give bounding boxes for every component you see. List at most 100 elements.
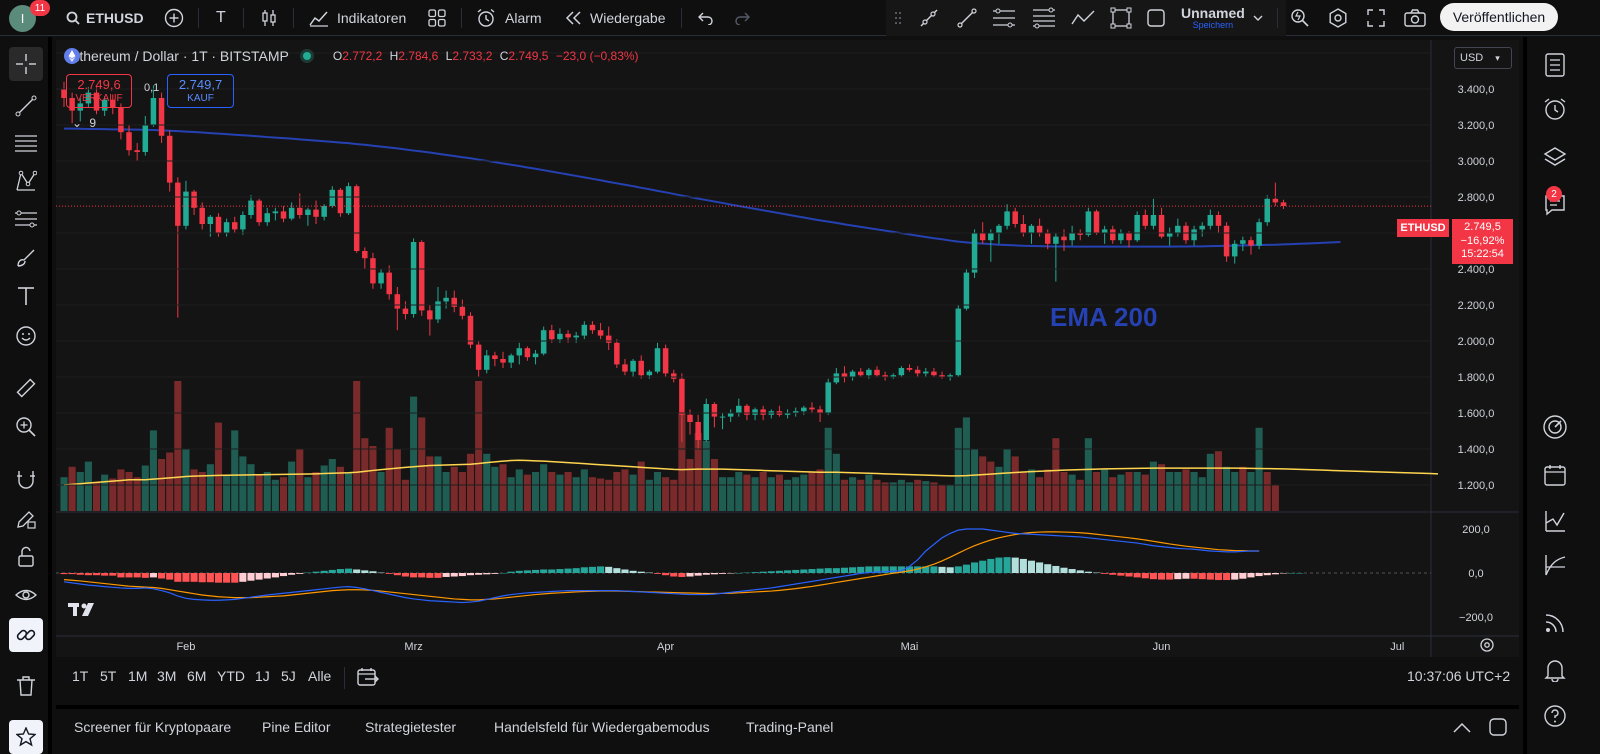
range-6m[interactable]: 6M xyxy=(187,668,206,684)
star-icon xyxy=(16,727,36,747)
ideas-button[interactable] xyxy=(1537,503,1573,539)
object-tree-button[interactable] xyxy=(1537,139,1573,175)
redo-button[interactable] xyxy=(734,0,752,36)
time-axis-label: Apr xyxy=(657,641,674,653)
ema-annotation[interactable]: EMA 200 xyxy=(1050,302,1157,333)
tab-replay-trading[interactable]: Handelsfeld für Wiedergabemodus xyxy=(494,719,710,735)
sell-button[interactable]: 2.749,6 VERKAUF xyxy=(66,74,132,108)
pattern-tool[interactable] xyxy=(9,164,43,198)
fullscreen-button[interactable] xyxy=(1367,0,1385,36)
magnet-tool[interactable] xyxy=(9,463,43,497)
snapshot-button[interactable] xyxy=(1404,0,1426,36)
zoom-tool[interactable] xyxy=(9,410,43,444)
layout-templates-button[interactable] xyxy=(428,0,446,36)
layout-name-button[interactable]: Unnamed Speichern xyxy=(1181,0,1245,36)
maximize-panel-button[interactable] xyxy=(1489,718,1507,741)
emoji-tool[interactable] xyxy=(9,319,43,353)
chart-pane[interactable]: 3.600,03.400,03.200,03.000,02.800,02.600… xyxy=(56,40,1519,657)
macd-histogram-bar xyxy=(84,573,92,576)
sync-drawings-tool[interactable] xyxy=(9,618,43,652)
quick-search-button[interactable] xyxy=(1290,0,1310,36)
undo-button[interactable] xyxy=(696,0,714,36)
range-5y[interactable]: 5J xyxy=(281,668,296,684)
expand-panel-button[interactable] xyxy=(1453,721,1471,739)
volume-bar xyxy=(873,479,881,511)
volume-bar xyxy=(897,479,905,511)
fib-retracement-tool-icon[interactable] xyxy=(1032,0,1056,36)
interval-button[interactable]: T xyxy=(216,0,226,36)
candle xyxy=(996,225,1002,233)
currency-select[interactable]: USD ▾ xyxy=(1454,47,1512,69)
crosshair-tool[interactable] xyxy=(9,47,43,81)
volume-bar xyxy=(1182,469,1190,511)
volume-bar xyxy=(580,469,588,511)
clock[interactable]: 10:37:06 UTC+2 xyxy=(1407,668,1510,684)
stay-in-drawing-mode-tool[interactable] xyxy=(9,502,43,536)
ray-tool-icon[interactable] xyxy=(918,0,940,36)
layout-menu-chevron[interactable] xyxy=(1253,0,1263,36)
macd-histogram-bar xyxy=(475,573,483,575)
chart-canvas[interactable]: 3.600,03.400,03.200,03.000,02.800,02.600… xyxy=(56,40,1519,657)
notifications-button[interactable] xyxy=(1537,652,1573,688)
replay-button[interactable]: Wiedergabe xyxy=(565,0,666,36)
trend-line-tool-icon[interactable] xyxy=(956,0,978,36)
rectangle-tool-icon[interactable] xyxy=(1110,0,1132,36)
range-3m[interactable]: 3M xyxy=(157,668,176,684)
alert-button[interactable]: Alarm xyxy=(476,0,542,36)
lock-drawings-tool[interactable] xyxy=(9,540,43,574)
macd-histogram-bar xyxy=(1263,573,1271,576)
volume-bar xyxy=(1076,479,1084,511)
symbol-title: Ethereum / Dollar · 1T · BITSTAMP xyxy=(70,48,289,64)
tab-strategy-tester[interactable]: Strategietester xyxy=(365,719,456,735)
tab-pine-editor[interactable]: Pine Editor xyxy=(262,719,330,735)
candle xyxy=(175,182,181,226)
buy-price: 2.749,7 xyxy=(178,76,223,92)
settings-button[interactable] xyxy=(1328,0,1348,36)
remove-drawings-tool[interactable] xyxy=(9,669,43,703)
macd-histogram-bar xyxy=(938,566,946,573)
text-tool[interactable] xyxy=(9,279,43,313)
forecast-tool[interactable] xyxy=(9,202,43,236)
buy-button[interactable]: 2.749,7 KAUF xyxy=(167,74,234,108)
symbol-search-button[interactable]: ETHUSD xyxy=(66,0,144,36)
macd-line xyxy=(63,528,1260,604)
indicators-collapse-toggle[interactable]: ⌄ 9 xyxy=(72,116,96,130)
hide-drawings-tool[interactable] xyxy=(9,578,43,612)
fib-tool[interactable] xyxy=(9,126,43,160)
tab-crypto-screener[interactable]: Screener für Kryptopaare xyxy=(74,719,231,735)
help-button[interactable] xyxy=(1537,698,1573,734)
drag-handle-icon[interactable] xyxy=(894,0,902,36)
technicals-button[interactable] xyxy=(1537,409,1573,445)
fullscreen-layout-button[interactable] xyxy=(1146,0,1166,36)
range-1m[interactable]: 1M xyxy=(128,668,147,684)
volume-bar xyxy=(231,430,239,511)
news-button[interactable] xyxy=(1537,605,1573,641)
publish-button[interactable]: Veröffentlichen xyxy=(1440,3,1558,31)
chart-type-button[interactable] xyxy=(260,0,278,36)
alerts-panel-button[interactable] xyxy=(1537,91,1573,127)
horizontal-lines-tool-icon[interactable] xyxy=(992,0,1016,36)
range-1d[interactable]: 1T xyxy=(72,668,88,684)
compare-button[interactable] xyxy=(164,0,184,36)
macd-histogram-bar xyxy=(60,573,68,575)
volume-bar xyxy=(491,466,499,511)
range-1y[interactable]: 1J xyxy=(255,668,270,684)
brush-tool[interactable] xyxy=(9,241,43,275)
indicators-button[interactable]: Indikatoren xyxy=(309,0,406,36)
candle xyxy=(923,371,929,374)
favorites-tool[interactable] xyxy=(9,720,43,754)
path-tool-icon[interactable] xyxy=(1070,0,1096,36)
bar-countdown: 15:22:54 xyxy=(1461,248,1504,261)
measure-tool[interactable] xyxy=(9,371,43,405)
tab-trading-panel[interactable]: Trading-Panel xyxy=(746,719,833,735)
range-ytd[interactable]: YTD xyxy=(217,668,245,684)
goto-date-button[interactable] xyxy=(357,667,379,692)
range-5d[interactable]: 5T xyxy=(100,668,116,684)
pencil-lock-icon xyxy=(17,511,36,529)
macd-histogram-bar xyxy=(1296,573,1304,574)
pine-scripts-button[interactable] xyxy=(1537,547,1573,583)
watchlist-button[interactable] xyxy=(1537,47,1573,83)
range-all[interactable]: Alle xyxy=(308,668,331,684)
trend-line-tool[interactable] xyxy=(9,89,43,123)
calendar-button[interactable] xyxy=(1537,457,1573,493)
